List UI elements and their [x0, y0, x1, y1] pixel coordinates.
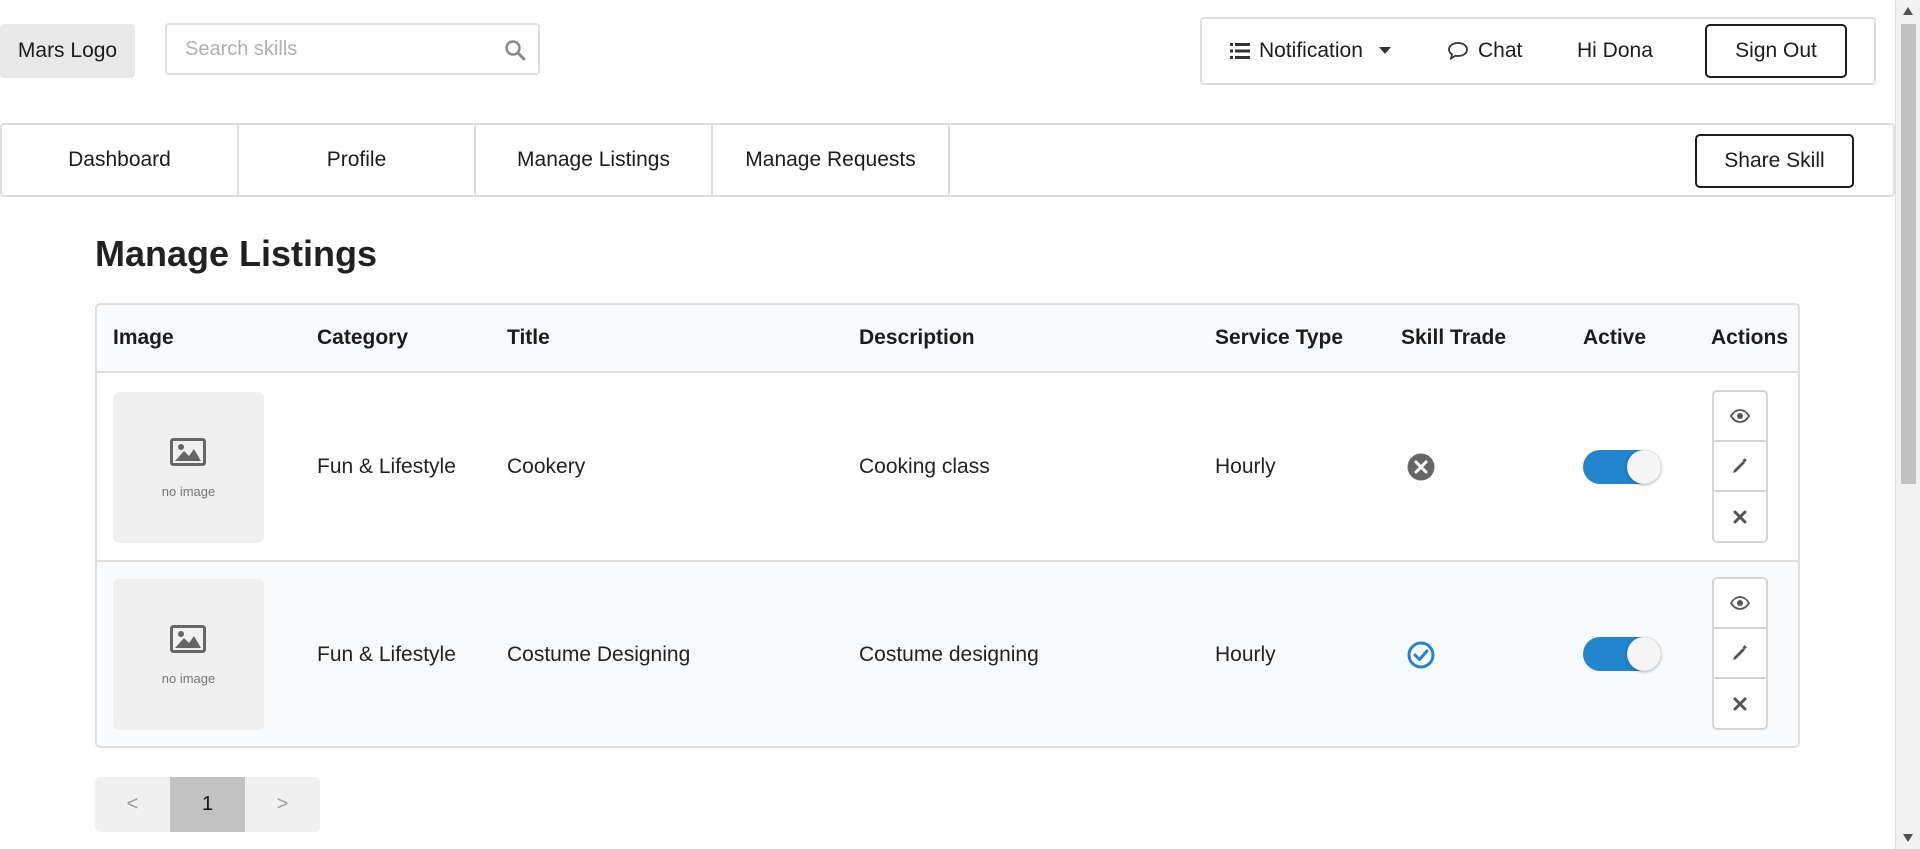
notification-dropdown[interactable]: Notification: [1230, 19, 1391, 83]
pencil-icon: [1731, 644, 1749, 662]
share-skill-button[interactable]: Share Skill: [1695, 134, 1854, 188]
x-circle-icon: [1407, 373, 1435, 560]
sign-out-button[interactable]: Sign Out: [1705, 24, 1847, 78]
column-header-active: Active: [1583, 326, 1647, 349]
next-page-button[interactable]: >: [245, 777, 320, 832]
cell-title: Cookery: [507, 454, 586, 478]
tab-label: Manage Requests: [745, 148, 916, 171]
eye-icon: [1730, 409, 1750, 423]
sign-out-label: Sign Out: [1735, 39, 1817, 62]
image-icon: [170, 438, 206, 471]
secondary-menu: Dashboard Profile Manage Listings Manage…: [0, 123, 1895, 197]
scrollbar-thumb[interactable]: [1901, 24, 1916, 484]
column-header-description: Description: [859, 326, 975, 349]
pencil-icon: [1731, 457, 1749, 475]
toggle-knob: [1627, 637, 1661, 671]
chat-link[interactable]: Chat: [1447, 19, 1522, 83]
action-buttons: [1712, 390, 1768, 543]
close-icon: [1733, 510, 1747, 524]
column-header-skill-trade: Skill Trade: [1401, 326, 1507, 349]
cell-category: Fun & Lifestyle: [317, 454, 456, 478]
scroll-up-arrow-icon[interactable]: [1902, 6, 1914, 16]
logo-text: Mars Logo: [17, 39, 118, 62]
eye-icon: [1730, 596, 1750, 610]
table-row: no image Fun & Lifestyle Costume Designi…: [97, 560, 1798, 746]
tab-label: Dashboard: [68, 148, 171, 171]
active-toggle[interactable]: [1583, 637, 1661, 671]
listings-table: Image Category Title Description Service…: [95, 303, 1800, 748]
cell-title: Costume Designing: [507, 642, 691, 666]
share-skill-label: Share Skill: [1724, 149, 1825, 172]
tab-label: Manage Listings: [517, 148, 670, 171]
chat-bubble-icon: [1447, 41, 1469, 61]
column-header-title: Title: [507, 326, 550, 349]
vertical-scrollbar[interactable]: [1895, 0, 1920, 849]
search-box: [165, 23, 540, 75]
cell-category: Fun & Lifestyle: [317, 642, 456, 666]
caret-down-icon: [1378, 47, 1391, 55]
check-circle-icon: [1407, 562, 1435, 746]
greeting-text: Hi Dona: [1577, 39, 1653, 62]
tab-dashboard[interactable]: Dashboard: [2, 125, 239, 195]
page: Mars Logo Notification Chat Hi Dona Sign…: [0, 0, 1895, 849]
search-icon[interactable]: [504, 39, 526, 61]
no-image-caption: no image: [161, 671, 216, 686]
notification-label: Notification: [1259, 39, 1363, 62]
action-buttons: [1712, 577, 1768, 730]
edit-button[interactable]: [1714, 442, 1766, 492]
view-button[interactable]: [1714, 392, 1766, 442]
scroll-down-arrow-icon[interactable]: [1902, 833, 1914, 843]
table-row: no image Fun & Lifestyle Cookery Cooking…: [97, 373, 1798, 560]
chat-label: Chat: [1478, 39, 1523, 62]
table-header: Image Category Title Description Service…: [97, 305, 1798, 373]
list-icon: [1230, 42, 1250, 60]
search-input[interactable]: [167, 25, 487, 73]
listing-image-placeholder: no image: [113, 579, 264, 730]
page-1-button[interactable]: 1: [170, 777, 245, 832]
cell-description: Cooking class: [859, 454, 990, 478]
prev-page-button[interactable]: <: [95, 777, 170, 832]
cell-service-type: Hourly: [1215, 642, 1276, 666]
column-header-actions: Actions: [1711, 326, 1789, 349]
cell-description: Costume designing: [859, 642, 1039, 666]
pagination: < 1 >: [95, 777, 320, 832]
cell-service-type: Hourly: [1215, 454, 1276, 478]
tab-label: Profile: [326, 148, 387, 171]
tab-profile[interactable]: Profile: [239, 125, 476, 195]
no-image-caption: no image: [161, 484, 216, 499]
active-toggle[interactable]: [1583, 450, 1661, 484]
listing-image-placeholder: no image: [113, 392, 264, 543]
tab-manage-requests[interactable]: Manage Requests: [713, 125, 950, 195]
column-header-category: Category: [317, 326, 409, 349]
edit-button[interactable]: [1714, 629, 1766, 679]
column-header-image: Image: [113, 326, 174, 349]
greeting: Hi Dona: [1577, 19, 1653, 83]
toggle-knob: [1627, 450, 1661, 484]
close-icon: [1733, 697, 1747, 711]
logo[interactable]: Mars Logo: [0, 24, 135, 78]
page-title: Manage Listings: [95, 233, 378, 274]
column-header-service-type: Service Type: [1215, 326, 1344, 349]
tab-manage-listings[interactable]: Manage Listings: [476, 125, 713, 195]
view-button[interactable]: [1714, 579, 1766, 629]
delete-button[interactable]: [1714, 679, 1766, 729]
delete-button[interactable]: [1714, 492, 1766, 542]
image-icon: [170, 625, 206, 658]
